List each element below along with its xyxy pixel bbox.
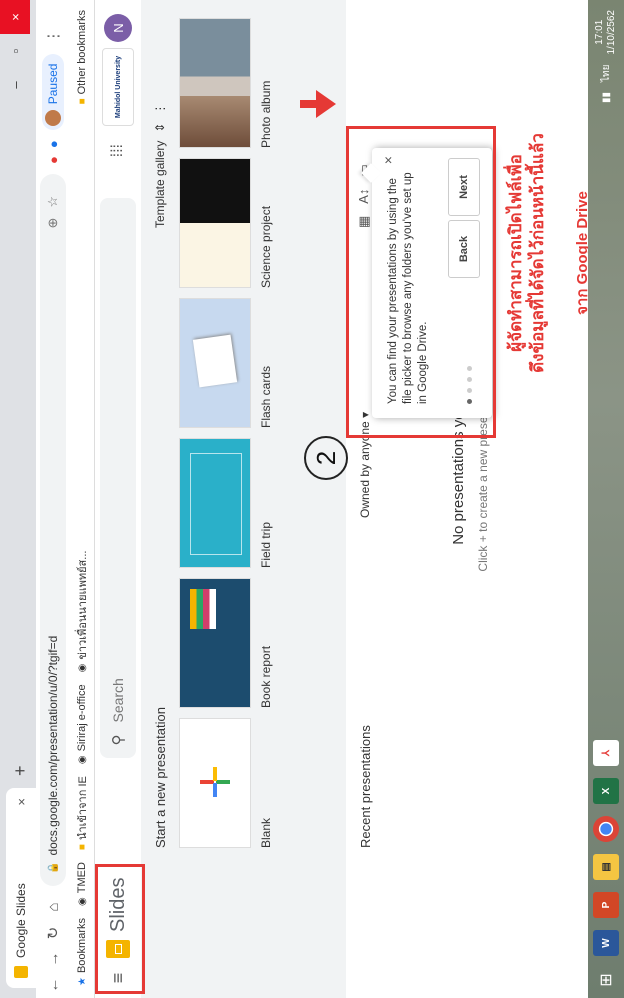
minimize-button[interactable]: –	[0, 68, 30, 102]
bookmark-label: TMED	[76, 862, 88, 894]
globe-icon: ◉	[76, 663, 88, 673]
template-thumbnail	[179, 718, 251, 848]
home-icon[interactable]: ⌂	[45, 894, 62, 920]
word-app-icon[interactable]: W	[593, 930, 619, 956]
account-avatar[interactable]: N	[104, 14, 132, 42]
search-placeholder: Search	[110, 678, 126, 723]
step-number-badge: 2	[304, 436, 348, 480]
maximize-button[interactable]: ▫	[0, 34, 30, 68]
bookmark-item[interactable]: ◉ Siriraj e-office	[76, 684, 88, 764]
file-explorer-icon[interactable]: ▤	[593, 854, 619, 880]
windows-taskbar: ⊞ W P ▤ X ⅄ ▮▮ ไทย 17:01 1/10/2562	[588, 0, 624, 998]
windows-start-icon[interactable]: ⊞	[596, 962, 616, 998]
plus-icon	[200, 767, 230, 797]
bookmark-item[interactable]: ■ นำเข้าจาก IE	[73, 776, 91, 850]
gallery-heading: Start a new presentation	[153, 707, 168, 848]
window-controls: – ▫ ×	[0, 0, 30, 102]
address-bar[interactable]: 🔒 docs.google.com/presentation/u/0/?tgif…	[40, 174, 66, 886]
template-photo-album[interactable]: Photo album	[179, 18, 273, 148]
org-badge: Mahidol University	[102, 48, 134, 126]
bookmarks-bar: ★ Bookmarks ◉ TMED ■ นำเข้าจาก IE ◉ Siriraj …	[70, 0, 95, 998]
template-thumbnail	[179, 578, 251, 708]
bookmark-label: นำเข้าจาก IE	[77, 776, 89, 841]
slides-favicon-icon	[14, 966, 28, 978]
browser-menu-icon[interactable]: ⋮	[44, 29, 62, 44]
close-window-button[interactable]: ×	[0, 0, 30, 34]
template-label: Flash cards	[259, 365, 273, 428]
clock-date: 1/10/2562	[606, 10, 617, 55]
screenshot-stage: Google Slides × + – ▫ × ← → ↻ ⌂ 🔒 docs.g…	[0, 0, 624, 998]
template-gallery-button[interactable]: Template gallery	[153, 141, 167, 228]
gallery-tools: Template gallery ⇕ ⋮	[153, 103, 167, 228]
acrobat-app-icon[interactable]: ⅄	[593, 740, 619, 766]
template-flash-cards[interactable]: Flash cards	[179, 298, 273, 428]
lock-icon: 🔒	[47, 861, 59, 874]
other-bookmarks[interactable]: ■ Other bookmarks	[76, 10, 88, 104]
bookmark-item[interactable]: ◉ TMED	[76, 862, 88, 906]
expand-icon[interactable]: ⇕	[153, 123, 167, 133]
globe-icon: ◉	[76, 897, 88, 906]
tab-title: Google Slides	[14, 883, 28, 958]
browser-toolbar: ← → ↻ ⌂ 🔒 docs.google.com/presentation/u…	[36, 0, 70, 998]
highlight-box-tooltip	[346, 126, 496, 438]
profile-status: Paused	[46, 63, 60, 105]
forward-arrow-icon[interactable]: →	[45, 946, 62, 972]
omnibox-action-icons[interactable]: ⊕☆	[45, 186, 61, 229]
chrome-app-icon[interactable]	[593, 816, 619, 842]
extension-icon-2[interactable]: ●	[46, 140, 61, 148]
template-book-report[interactable]: Book report	[179, 578, 273, 708]
tab-close-button[interactable]: ×	[14, 798, 29, 806]
bookmark-label: Siriraj e-office	[76, 684, 88, 752]
extension-icon[interactable]: ●	[46, 156, 61, 164]
slides-header: ≡ Slides ⚲ Search ⁞⁞⁞ Mahidol University…	[95, 0, 142, 998]
template-gallery: Start a new presentation Template galler…	[141, 0, 346, 998]
bookmark-label: ข่าวเพื่อนนายแพทย์ส...	[77, 550, 89, 660]
template-label: Field trip	[259, 521, 273, 568]
template-blank[interactable]: Blank	[179, 718, 273, 848]
template-thumbnail	[179, 18, 251, 148]
language-indicator[interactable]: ไทย	[599, 65, 614, 82]
star-icon: ★	[76, 977, 88, 986]
browser-tabstrip: Google Slides × + – ▫ ×	[0, 0, 36, 998]
powerpoint-app-icon[interactable]: P	[593, 892, 619, 918]
reload-icon[interactable]: ↻	[44, 920, 62, 946]
template-thumbnail	[179, 298, 251, 428]
clock[interactable]: 17:01 1/10/2562	[594, 10, 618, 55]
profile-avatar	[45, 110, 61, 127]
bookmark-label: Bookmarks	[76, 918, 88, 974]
template-label: Blank	[259, 817, 273, 848]
bookmark-item[interactable]: ★ Bookmarks	[76, 918, 88, 986]
template-field-trip[interactable]: Field trip	[179, 438, 273, 568]
url-text: docs.google.com/presentation/u/0/?tgif=d	[46, 635, 60, 856]
globe-icon: ◉	[76, 755, 88, 765]
annotation-note: ผู้จัดทำสามารถเปิดไฟล์เพื่อ ดึงข้อมูลที่…	[505, 28, 549, 478]
folder-icon: ■	[76, 844, 88, 851]
clock-time: 17:01	[594, 19, 605, 45]
search-icon: ⚲	[110, 734, 127, 746]
template-label: Photo album	[259, 80, 273, 148]
system-tray: ▮▮ ไทย 17:01 1/10/2562	[594, 10, 618, 103]
recent-heading: Recent presentations	[358, 725, 373, 848]
bookmark-label: Other bookmarks	[76, 10, 88, 95]
folder-icon: ■	[76, 98, 88, 105]
excel-app-icon[interactable]: X	[593, 778, 619, 804]
back-arrow-icon[interactable]: ←	[45, 972, 62, 998]
more-options-icon[interactable]: ⋮	[153, 103, 167, 115]
network-icon[interactable]: ▮▮	[601, 92, 612, 103]
bookmark-item[interactable]: ◉ ข่าวเพื่อนนายแพทย์ส...	[73, 551, 91, 673]
template-thumbnail	[179, 438, 251, 568]
highlight-box-slides-logo	[95, 864, 145, 994]
search-input[interactable]: ⚲ Search	[100, 197, 136, 758]
tab-google-slides[interactable]: Google Slides ×	[6, 788, 36, 988]
new-tab-button[interactable]: +	[10, 765, 31, 776]
apps-grid-icon[interactable]: ⁞⁞⁞	[109, 144, 127, 157]
template-label: Book report	[259, 645, 273, 708]
note-line-1: ผู้จัดทำสามารถเปิดไฟล์เพื่อ	[506, 154, 525, 352]
profile-paused-button[interactable]: Paused	[42, 53, 64, 131]
note-line-2: ดึงข้อมูลที่ได้จัดไว้ก่อนหน้านี้แล้ว	[528, 133, 547, 373]
template-thumbnail	[179, 158, 251, 288]
template-label: Science project	[259, 205, 273, 288]
template-science-project[interactable]: Science project	[179, 158, 273, 288]
red-arrow-icon	[300, 90, 340, 118]
